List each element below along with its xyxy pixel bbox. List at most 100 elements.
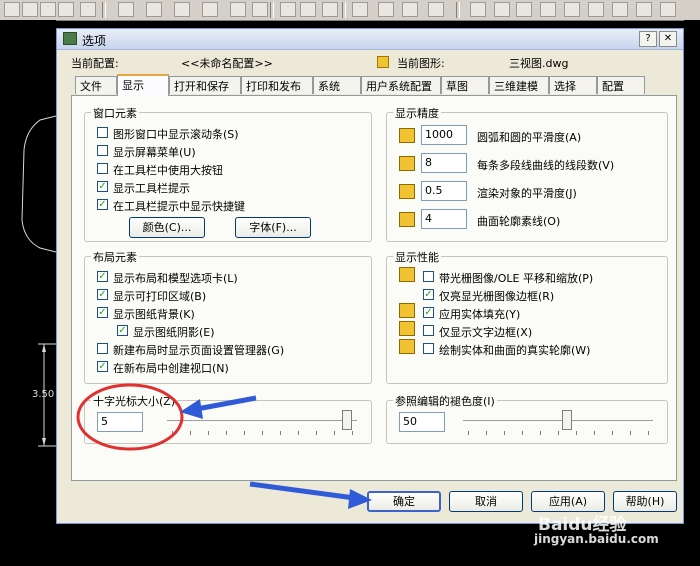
polyline-segments-input[interactable]: 8: [421, 153, 467, 173]
checkbox-box[interactable]: [423, 325, 434, 336]
checkbox-label: 显示布局和模型选项卡(L): [113, 272, 238, 285]
close-icon[interactable]: ✕: [659, 31, 677, 47]
solid-cylinder-icon[interactable]: [588, 2, 604, 17]
toolbar-icon[interactable]: [80, 2, 96, 17]
checkmark-icon[interactable]: ✓: [423, 307, 434, 318]
checkmark-icon[interactable]: ✓: [97, 181, 108, 192]
toolbar-icon[interactable]: [22, 2, 38, 17]
dimension-icon[interactable]: [230, 2, 246, 17]
contour-lines-input[interactable]: 4: [421, 209, 467, 229]
slider-thumb[interactable]: [342, 410, 352, 430]
checkbox-box[interactable]: [97, 163, 108, 174]
slider-tick: [352, 431, 353, 435]
checkmark-icon[interactable]: ✓: [97, 289, 108, 300]
colors-button[interactable]: 颜色(C)...: [129, 217, 205, 238]
checkbox-box[interactable]: [97, 145, 108, 156]
slider-tick: [558, 431, 559, 435]
cancel-button[interactable]: 取消: [449, 491, 523, 512]
dimension-icon[interactable]: [118, 2, 134, 17]
solid-torus-icon[interactable]: [612, 2, 628, 17]
solid-sphere-icon[interactable]: [564, 2, 580, 17]
tab-profiles[interactable]: 配置: [597, 76, 645, 94]
slider-tick: [280, 431, 281, 435]
xref-fading-slider[interactable]: [463, 409, 653, 435]
solid-wedge-icon[interactable]: [494, 2, 510, 17]
fonts-button[interactable]: 字体(F)...: [235, 217, 311, 238]
render-smoothness-label: 渲染对象的平滑度(J): [477, 187, 577, 200]
slider-tick: [522, 431, 523, 435]
checkmark-icon[interactable]: ✓: [117, 325, 128, 336]
checkmark-icon[interactable]: ✓: [97, 361, 108, 372]
slider-tick: [576, 431, 577, 435]
contour-lines-label: 曲面轮廓素线(O): [477, 215, 561, 228]
checkmark-icon[interactable]: ✓: [97, 199, 108, 210]
checkbox-box[interactable]: [97, 343, 108, 354]
dimension-icon[interactable]: [146, 2, 162, 17]
crosshair-size-input[interactable]: 5: [97, 412, 143, 432]
dimension-icon[interactable]: [280, 2, 296, 17]
checkmark-icon[interactable]: ✓: [423, 289, 434, 300]
tab-plot-publish[interactable]: 打印和发布: [241, 76, 313, 94]
checkbox-label: 仅亮显光栅图像边框(R): [439, 290, 555, 303]
checkmark-icon[interactable]: ✓: [97, 271, 108, 282]
solid-cone-icon[interactable]: [516, 2, 532, 17]
help-button[interactable]: 帮助(H): [613, 491, 677, 512]
drawing-setting-icon: [399, 128, 415, 143]
checkbox-label: 显示工具栏提示: [113, 182, 190, 195]
slider-tick: [226, 431, 227, 435]
drawing-setting-icon: [399, 267, 415, 282]
dimension-icon[interactable]: [322, 2, 338, 17]
render-smoothness-input[interactable]: 0.5: [421, 181, 467, 201]
dimension-icon[interactable]: [402, 2, 418, 17]
apply-button[interactable]: 应用(A): [531, 491, 605, 512]
tab-selection[interactable]: 选择: [549, 76, 597, 94]
tab-display[interactable]: 显示: [117, 74, 169, 96]
slider-tick: [540, 431, 541, 435]
solid-box-icon[interactable]: [470, 2, 486, 17]
dimension-text: 3.50: [32, 389, 55, 400]
checkbox-label: 在新布局中创建视口(N): [113, 362, 229, 375]
dimension-icon[interactable]: [202, 2, 218, 17]
dimension-icon[interactable]: [428, 2, 444, 17]
tab-files[interactable]: 文件: [75, 76, 117, 94]
current-drawing-value: 三视图.dwg: [509, 57, 569, 70]
help-title-button[interactable]: ?: [639, 31, 657, 47]
slider-tick: [612, 431, 613, 435]
toolbar-icon[interactable]: [58, 2, 74, 17]
checkbox-box[interactable]: [423, 343, 434, 354]
dimension-icon[interactable]: [252, 2, 268, 17]
dimension-icon[interactable]: [378, 2, 394, 17]
polyline-segments-label: 每条多段线曲线的线段数(V): [477, 159, 615, 172]
tab-3d-modeling[interactable]: 三维建模: [489, 76, 549, 94]
drawing-setting-icon: [399, 303, 415, 318]
dialog-titlebar[interactable]: 选项 ? ✕: [57, 29, 683, 50]
dimension-icon[interactable]: [174, 2, 190, 17]
tab-user-preferences[interactable]: 用户系统配置: [361, 76, 441, 94]
solid-pyramid-icon[interactable]: [540, 2, 556, 17]
tab-open-save[interactable]: 打开和保存: [169, 76, 241, 94]
toolbar-icon[interactable]: [4, 2, 20, 17]
xref-fading-input[interactable]: 50: [399, 412, 445, 432]
slider-tick: [316, 431, 317, 435]
toolbar-icon[interactable]: [40, 2, 56, 17]
tab-system[interactable]: 系统: [313, 76, 361, 94]
checkbox-label: 显示图纸阴影(E): [133, 326, 215, 339]
checkbox-box[interactable]: [423, 271, 434, 282]
slider-tick: [334, 431, 335, 435]
checkbox-label: 显示图纸背景(K): [113, 308, 195, 321]
options-dialog: 选项 ? ✕ 当前配置: <<未命名配置>> 当前图形: 三视图.dwg 文件 …: [56, 28, 684, 524]
tab-drafting[interactable]: 草图: [441, 76, 489, 94]
checkbox-box[interactable]: [97, 127, 108, 138]
slider-tick: [504, 431, 505, 435]
solid-extrude-icon[interactable]: [660, 2, 676, 17]
ok-button[interactable]: 确定: [367, 491, 441, 512]
dimension-icon[interactable]: [352, 2, 368, 17]
dimension-icon[interactable]: [300, 2, 316, 17]
checkmark-icon[interactable]: ✓: [97, 307, 108, 318]
slider-thumb[interactable]: [562, 410, 572, 430]
display-tab-panel: 窗口元素 图形窗口中显示滚动条(S) 显示屏幕菜单(U) 在工具栏中使用大按钮 …: [71, 95, 677, 481]
solid-polysolid-icon[interactable]: [636, 2, 652, 17]
slider-tick: [630, 431, 631, 435]
arc-smoothness-input[interactable]: 1000: [421, 125, 467, 145]
crosshair-size-slider[interactable]: [167, 409, 357, 435]
